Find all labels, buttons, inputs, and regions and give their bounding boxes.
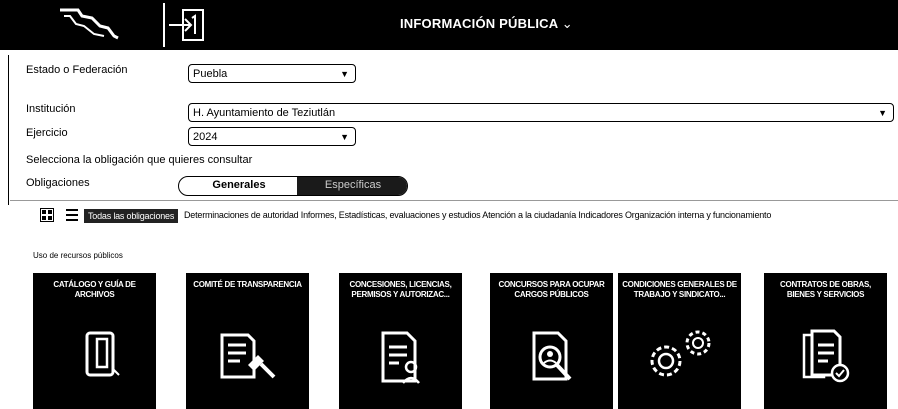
obligaciones-toggle[interactable]: Generales Específicas [178,176,408,196]
card-title: CONDICIONES GENERALES DE TRABAJO Y SINDI… [622,280,737,299]
filter-form [8,55,898,205]
card-title: CONTRATOS DE OBRAS, BIENES Y SERVICIOS [780,280,871,299]
dropdown-arrow-icon: ▼ [340,132,349,142]
institucion-label: Institución [26,103,76,115]
institucion-value: H. Ayuntamiento de Teziutlán [193,107,336,119]
government-logo-icon[interactable] [48,4,128,44]
ejercicio-value: 2024 [193,131,218,143]
section-title: Uso de recursos públicos [33,251,123,260]
estado-value: Puebla [193,68,228,80]
card-title: CONCESIONES, LICENCIAS, PERMISOS Y AUTOR… [349,280,452,299]
card-concesiones[interactable]: CONCESIONES, LICENCIAS, PERMISOS Y AUTOR… [339,273,462,409]
institucion-select[interactable]: H. Ayuntamiento de Teziutlán ▼ [188,103,894,122]
filter-categories[interactable]: Determinaciones de autoridad Informes, E… [184,210,771,220]
page-title-text: INFORMACIÓN PÚBLICA [400,16,558,31]
search-person-icon [532,331,572,381]
login-icon[interactable] [165,6,211,44]
card-catalogo-archivos[interactable]: CATÁLOGO Y GUÍA DE ARCHIVOS [33,273,156,409]
toggle-especificas[interactable]: Específicas [297,177,407,195]
obligation-prompt: Selecciona la obligación que quieres con… [26,154,253,166]
ejercicio-label: Ejercicio [26,127,68,139]
top-bar: INFORMACIÓN PÚBLICA ⌄ [0,0,898,50]
list-view-icon[interactable] [66,208,78,222]
card-concursos[interactable]: CONCURSOS PARA OCUPAR CARGOS PÚBLICOS [490,273,613,409]
card-title: CATÁLOGO Y GUÍA DE ARCHIVOS [53,280,136,299]
card-contratos[interactable]: CONTRATOS DE OBRAS, BIENES Y SERVICIOS [764,273,887,409]
estado-select[interactable]: Puebla ▼ [188,64,356,83]
estado-label: Estado o Federación [26,64,128,76]
gears-icon [650,330,711,377]
card-condiciones-trabajo[interactable]: CONDICIONES GENERALES DE TRABAJO Y SINDI… [618,273,741,409]
card-title: CONCURSOS PARA OCUPAR CARGOS PÚBLICOS [498,280,605,299]
divider [10,200,898,201]
chevron-down-icon[interactable]: ⌄ [562,16,573,31]
dropdown-arrow-icon: ▼ [340,69,349,79]
contract-check-icon [802,329,850,383]
license-document-icon [381,331,420,384]
dropdown-arrow-icon: ▼ [878,108,887,118]
card-title: COMITÉ DE TRANSPARENCIA [193,280,302,289]
obligaciones-label: Obligaciones [26,177,90,189]
page-title[interactable]: INFORMACIÓN PÚBLICA ⌄ [400,16,573,32]
ejercicio-select[interactable]: 2024 ▼ [188,127,356,146]
archive-icon [85,331,120,377]
card-comite-transparencia[interactable]: COMITÉ DE TRANSPARENCIA [186,273,309,409]
grid-view-icon[interactable] [40,208,54,222]
filter-todas[interactable]: Todas las obligaciones [84,209,179,223]
gavel-document-icon [220,333,276,379]
toggle-generales[interactable]: Generales [179,177,299,195]
